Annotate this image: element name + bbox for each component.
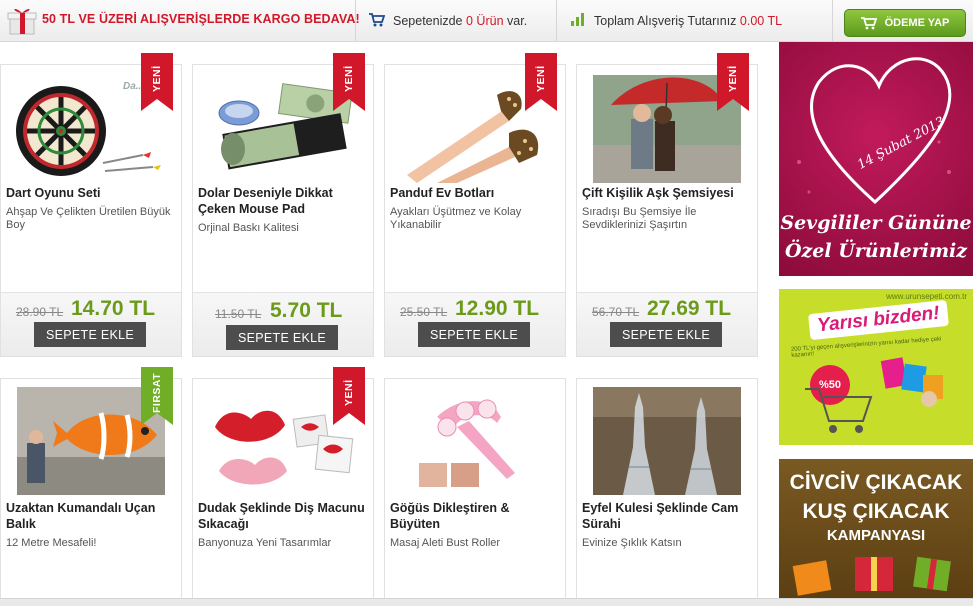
- cart-summary-text: Sepetenizde 0 Ürün var.: [393, 14, 527, 28]
- valentine-line-2: Özel Ürünlerimiz: [784, 240, 968, 262]
- product-card[interactable]: YENİ Panduf Ev Botları Ayakları Üşütmez …: [384, 53, 566, 357]
- product-description: Orjinal Baskı Kalitesi: [198, 222, 299, 234]
- badge-label: YENİ: [343, 379, 355, 407]
- valentines-banner[interactable]: 14 Şubat 2013 Sevgililer Gününe Özel Ürü…: [779, 42, 973, 276]
- price-area: 11.50 TL 5.70 TL SEPETE EKLE: [193, 292, 373, 356]
- old-price: 28.90 TL: [16, 305, 64, 319]
- product-image-massage-roller[interactable]: [397, 387, 552, 495]
- product-description: Ahşap Ve Çelikten Üretilen Büyük Boy: [6, 206, 171, 231]
- new-badge: YENİ: [333, 53, 365, 111]
- checkout-button[interactable]: ÖDEME YAP: [844, 9, 966, 37]
- add-to-cart-button[interactable]: SEPETE EKLE: [610, 322, 722, 347]
- cart-prefix: Sepetenizde: [393, 14, 463, 28]
- add-to-cart-button[interactable]: SEPETE EKLE: [226, 325, 338, 350]
- banner-url: www.urunsepeti.com.tr: [886, 292, 967, 301]
- product-image-eiffel-carafe[interactable]: [593, 387, 741, 495]
- checkout-button-label: ÖDEME YAP: [884, 17, 950, 29]
- product-name[interactable]: Çift Kişilik Aşk Şemsiyesi: [582, 185, 754, 201]
- old-price: 11.50 TL: [215, 307, 262, 321]
- free-shipping-banner: 50 TL VE ÜZERİ ALIŞVERİŞLERDE KARGO BEDA…: [0, 0, 360, 42]
- half-price-banner[interactable]: www.urunsepeti.com.tr Yarısı bizden! 200…: [779, 289, 973, 445]
- new-badge: YENİ: [333, 367, 365, 425]
- add-to-cart-button[interactable]: SEPETE EKLE: [418, 322, 530, 347]
- horizontal-scrollbar[interactable]: [0, 598, 973, 606]
- product-description: 12 Metre Mesafeli!: [6, 537, 97, 549]
- add-to-cart-button[interactable]: SEPETE EKLE: [34, 322, 146, 347]
- price-area: 25.50 TL 12.90 TL SEPETE EKLE: [385, 292, 565, 356]
- total-label: Toplam Alışveriş Tutarınız: [594, 14, 737, 28]
- badge-label: YENİ: [535, 65, 547, 93]
- new-price: 5.70 TL: [270, 299, 343, 322]
- chick-line-1: CİVCİV ÇIKACAK: [789, 471, 963, 494]
- order-total: Toplam Alışveriş Tutarınız 0.00 TL: [558, 0, 833, 42]
- bar-chart-icon: [571, 13, 584, 26]
- product-card[interactable]: Da... YENİ Dart Oyunu Seti Ahşap Ve Çeli…: [0, 53, 182, 357]
- new-badge: YENİ: [141, 53, 173, 111]
- price-area: 28.90 TL 14.70 TL SEPETE EKLE: [1, 292, 181, 356]
- percent-badge: %50: [810, 365, 850, 405]
- cart-icon: [369, 13, 385, 27]
- order-total-text: Toplam Alışveriş Tutarınız 0.00 TL: [594, 14, 782, 28]
- price-area: 56.70 TL 27.69 TL SEPETE EKLE: [577, 292, 757, 356]
- cart-summary[interactable]: Sepetenizde 0 Ürün var.: [357, 0, 557, 42]
- deal-badge: FIRSAT: [141, 367, 173, 425]
- product-card[interactable]: FIRSAT Uzaktan Kumandalı Uçan Balık 12 M…: [0, 367, 182, 606]
- new-price: 12.90 TL: [455, 297, 540, 320]
- old-price: 25.50 TL: [400, 305, 448, 319]
- product-description: Ayakları Üşütmez ve Kolay Yıkanabilir: [390, 206, 522, 231]
- product-description: Evinize Şıklık Katsın: [582, 537, 682, 549]
- product-description: Masaj Aleti Bust Roller: [390, 537, 501, 549]
- product-description: Banyonuza Yeni Tasarımlar: [198, 537, 332, 549]
- old-price: 56.70 TL: [592, 305, 640, 319]
- cart-suffix: var.: [507, 14, 528, 28]
- chick-line-2: KUŞ ÇIKACAK: [802, 500, 950, 523]
- product-description: Sıradışı Bu Şemsiye İle Sevdiklerinizi Ş…: [582, 206, 697, 231]
- half-price-title: Yarısı bizden!: [808, 299, 949, 341]
- product-name[interactable]: Panduf Ev Botları: [390, 185, 562, 201]
- gift-icon: [7, 8, 37, 35]
- cart-icon: [860, 16, 877, 29]
- product-name[interactable]: Dolar Deseniyle Dikkat Çeken Mouse Pad: [198, 185, 370, 217]
- valentine-line-1: Sevgililer Gününe: [780, 212, 972, 234]
- product-name[interactable]: Uzaktan Kumandalı Uçan Balık: [6, 500, 178, 532]
- badge-label: YENİ: [151, 65, 163, 93]
- badge-label: YENİ: [343, 65, 355, 93]
- product-card[interactable]: YENİ Dolar Deseniyle Dikkat Çeken Mouse …: [192, 53, 374, 357]
- total-value: 0.00 TL: [739, 14, 783, 28]
- product-name[interactable]: Eyfel Kulesi Şeklinde Cam Sürahi: [582, 500, 754, 532]
- top-bar: 50 TL VE ÜZERİ ALIŞVERİŞLERDE KARGO BEDA…: [0, 0, 973, 42]
- product-card[interactable]: Eyfel Kulesi Şeklinde Cam Sürahi Evinize…: [576, 378, 758, 606]
- product-card[interactable]: Göğüs Dikleştiren & Büyüten Masaj Aleti …: [384, 378, 566, 606]
- new-price: 14.70 TL: [71, 297, 156, 320]
- product-card[interactable]: YENİ Çift Kişilik Aşk Şemsiyesi Sıradışı…: [576, 53, 758, 357]
- new-badge: YENİ: [717, 53, 749, 111]
- product-name[interactable]: Dudak Şeklinde Diş Macunu Sıkacağı: [198, 500, 370, 532]
- chick-line-3: KAMPANYASI: [826, 527, 926, 544]
- badge-label: YENİ: [727, 65, 739, 93]
- new-price: 27.69 TL: [647, 297, 732, 320]
- new-badge: YENİ: [525, 53, 557, 111]
- chick-campaign-banner[interactable]: CİVCİV ÇIKACAK KUŞ ÇIKACAK KAMPANYASI: [779, 459, 973, 606]
- product-card[interactable]: YENİ Dudak Şeklinde Diş Macunu Sıkacağı …: [192, 367, 374, 606]
- badge-label: FIRSAT: [151, 372, 163, 414]
- cart-count: 0 Ürün: [466, 14, 504, 28]
- product-name[interactable]: Dart Oyunu Seti: [6, 185, 178, 201]
- free-shipping-text: 50 TL VE ÜZERİ ALIŞVERİŞLERDE KARGO BEDA…: [42, 12, 360, 26]
- product-name[interactable]: Göğüs Dikleştiren & Büyüten: [390, 500, 562, 532]
